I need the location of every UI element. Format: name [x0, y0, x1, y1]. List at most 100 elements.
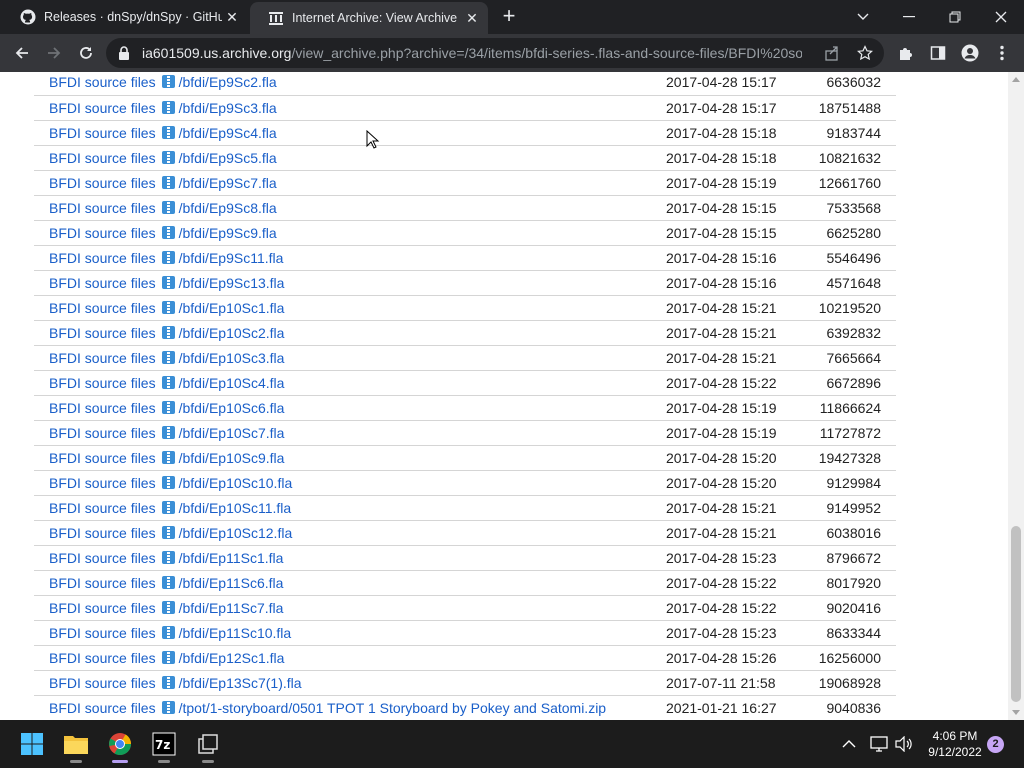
file-path-link[interactable]: /bfdi/Ep10Sc2.fla [179, 325, 285, 341]
group-link[interactable]: BFDI source files [49, 300, 156, 316]
file-date-cell: 2017-04-28 15:16 [666, 270, 816, 296]
archive-file-icon [161, 150, 175, 164]
group-link[interactable]: BFDI source files [49, 525, 156, 541]
group-link[interactable]: BFDI source files [49, 450, 156, 466]
file-path-link[interactable]: /bfdi/Ep13Sc7(1).fla [179, 675, 302, 691]
group-link[interactable]: BFDI source files [49, 375, 156, 391]
system-clock[interactable]: 4:06 PM 9/12/2022 [920, 728, 990, 760]
group-link[interactable]: BFDI source files [49, 425, 156, 441]
file-path-link[interactable]: /bfdi/Ep11Sc10.fla [179, 625, 292, 641]
side-panel-icon[interactable] [928, 43, 948, 63]
group-link[interactable]: BFDI source files [49, 575, 156, 591]
group-link[interactable]: BFDI source files [49, 400, 156, 416]
file-path-link[interactable]: /bfdi/Ep10Sc7.fla [179, 425, 285, 441]
file-path-link[interactable]: /tpot/1-storyboard/0501 TPOT 1 Storyboar… [179, 700, 607, 716]
group-link[interactable]: BFDI source files [49, 350, 156, 366]
group-link[interactable]: BFDI source files [49, 700, 156, 716]
file-size-cell: 6672896 [816, 370, 896, 396]
url-text[interactable]: ia601509.us.archive.org/view_archive.php… [142, 45, 802, 61]
group-link[interactable]: BFDI source files [49, 100, 156, 116]
group-link[interactable]: BFDI source files [49, 275, 156, 291]
group-link[interactable]: BFDI source files [49, 500, 156, 516]
extensions-puzzle-icon[interactable] [896, 43, 916, 63]
file-path-link[interactable]: /bfdi/Ep10Sc1.fla [179, 300, 285, 316]
chrome-icon[interactable] [104, 728, 136, 763]
file-path-link[interactable]: /bfdi/Ep9Sc9.fla [179, 225, 277, 241]
group-link[interactable]: BFDI source files [49, 600, 156, 616]
forward-arrow-icon[interactable] [40, 39, 68, 67]
vertical-scrollbar[interactable] [1008, 72, 1024, 720]
restore-icon[interactable] [932, 0, 978, 34]
group-link[interactable]: BFDI source files [49, 625, 156, 641]
clock-time: 4:06 PM [932, 729, 978, 743]
file-path-link[interactable]: /bfdi/Ep9Sc11.fla [179, 250, 284, 266]
address-bar[interactable]: ia601509.us.archive.org/view_archive.php… [106, 38, 884, 68]
file-path-link[interactable]: /bfdi/Ep11Sc6.fla [179, 575, 284, 591]
minimize-icon[interactable] [886, 0, 932, 34]
file-path-link[interactable]: /bfdi/Ep9Sc8.fla [179, 200, 277, 216]
archive-file-icon [161, 500, 175, 514]
group-link[interactable]: BFDI source files [49, 475, 156, 491]
group-link[interactable]: BFDI source files [49, 200, 156, 216]
scroll-down-arrow-icon[interactable] [1012, 710, 1020, 715]
file-path-link[interactable]: /bfdi/Ep9Sc3.fla [179, 100, 277, 116]
file-path-link[interactable]: /bfdi/Ep10Sc4.fla [179, 375, 285, 391]
file-path-link[interactable]: /bfdi/Ep10Sc11.fla [179, 500, 292, 516]
file-path-link[interactable]: /bfdi/Ep9Sc7.fla [179, 175, 277, 191]
lock-icon[interactable] [118, 46, 134, 60]
browser-menu-icon[interactable] [992, 43, 1012, 63]
7zip-icon[interactable]: 7z [148, 728, 180, 763]
group-link[interactable]: BFDI source files [49, 175, 156, 191]
tab-github-releases[interactable]: Releases · dnSpy/dnSpy · GitHub ✕ [2, 0, 248, 34]
file-date-cell: 2017-04-28 15:16 [666, 245, 816, 271]
group-link[interactable]: BFDI source files [49, 550, 156, 566]
file-size-cell: 11727872 [816, 420, 896, 446]
file-path-link[interactable]: /bfdi/Ep10Sc9.fla [179, 450, 285, 466]
file-name-cell: BFDI source files/bfdi/Ep11Sc10.fla [34, 620, 666, 646]
network-icon[interactable] [870, 720, 888, 768]
group-link[interactable]: BFDI source files [49, 325, 156, 341]
start-icon[interactable] [16, 728, 48, 760]
group-link[interactable]: BFDI source files [49, 675, 156, 691]
file-path-link[interactable]: /bfdi/Ep10Sc10.fla [179, 475, 293, 491]
scroll-up-arrow-icon[interactable] [1012, 77, 1020, 82]
tab-search-chevron-icon[interactable] [840, 0, 886, 34]
file-path-link[interactable]: /bfdi/Ep10Sc12.fla [179, 525, 293, 541]
group-link[interactable]: BFDI source files [49, 150, 156, 166]
bookmark-star-icon[interactable] [856, 44, 874, 62]
scrollbar-thumb[interactable] [1011, 526, 1021, 702]
profile-avatar-icon[interactable] [960, 43, 980, 63]
file-path-link[interactable]: /bfdi/Ep11Sc7.fla [179, 600, 284, 616]
table-row: BFDI source files/bfdi/Ep11Sc1.fla 2017-… [34, 545, 896, 571]
file-path-link[interactable]: /bfdi/Ep9Sc4.fla [179, 125, 277, 141]
volume-icon[interactable] [895, 720, 913, 768]
file-size-cell: 18751488 [816, 95, 896, 121]
file-date-cell: 2017-04-28 15:23 [666, 545, 816, 571]
share-icon[interactable] [823, 44, 841, 62]
file-path-link[interactable]: /bfdi/Ep9Sc5.fla [179, 150, 277, 166]
close-icon[interactable]: ✕ [462, 8, 482, 28]
file-size-cell: 16256000 [816, 645, 896, 671]
file-path-link[interactable]: /bfdi/Ep11Sc1.fla [179, 550, 284, 566]
file-path-link[interactable]: /bfdi/Ep12Sc1.fla [179, 650, 285, 666]
file-path-link[interactable]: /bfdi/Ep10Sc6.fla [179, 400, 285, 416]
notification-badge[interactable]: 2 [987, 736, 1004, 753]
task-view-icon[interactable] [192, 728, 224, 763]
group-link[interactable]: BFDI source files [49, 250, 156, 266]
tab-internet-archive[interactable]: Internet Archive: View Archive ✕ [250, 2, 488, 34]
file-path-link[interactable]: /bfdi/Ep9Sc2.fla [179, 74, 277, 90]
file-date-cell: 2017-04-28 15:15 [666, 195, 816, 221]
group-link[interactable]: BFDI source files [49, 125, 156, 141]
file-path-link[interactable]: /bfdi/Ep9Sc13.fla [179, 275, 285, 291]
reload-icon[interactable] [72, 39, 100, 67]
show-hidden-icons-chevron-icon[interactable] [842, 720, 856, 768]
group-link[interactable]: BFDI source files [49, 650, 156, 666]
group-link[interactable]: BFDI source files [49, 225, 156, 241]
close-window-icon[interactable] [978, 0, 1024, 34]
new-tab-icon[interactable]: + [498, 5, 520, 28]
back-arrow-icon[interactable] [8, 39, 36, 67]
file-path-link[interactable]: /bfdi/Ep10Sc3.fla [179, 350, 285, 366]
close-icon[interactable]: ✕ [222, 7, 242, 27]
file-explorer-icon[interactable] [60, 728, 92, 763]
group-link[interactable]: BFDI source files [49, 74, 156, 90]
